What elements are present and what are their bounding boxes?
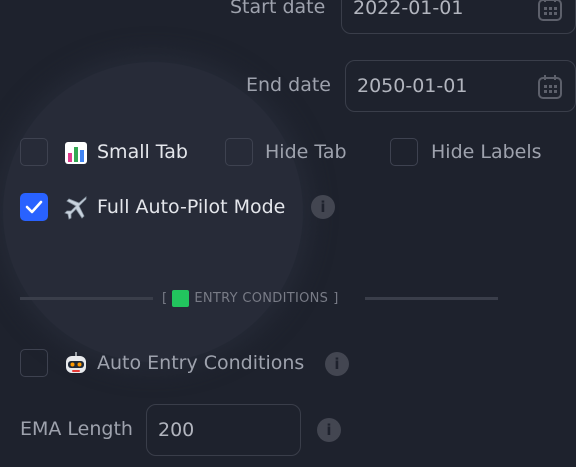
hide-tab-checkbox[interactable]: [225, 138, 253, 166]
robot-icon: [66, 352, 86, 373]
info-icon[interactable]: i: [325, 352, 349, 376]
ema-length-label: EMA Length: [20, 418, 133, 440]
bar-chart-icon: [65, 142, 87, 164]
end-date-label: End date: [246, 74, 331, 96]
full-autopilot-checkbox[interactable]: [20, 193, 48, 221]
end-date-field[interactable]: [345, 60, 576, 112]
start-date-input[interactable]: [353, 0, 503, 19]
ema-length-field[interactable]: [146, 404, 301, 456]
section-title: ENTRY CONDITIONS: [194, 291, 329, 306]
auto-entry-checkbox[interactable]: [20, 349, 48, 377]
entry-conditions-heading: [ ENTRY CONDITIONS ]: [162, 290, 339, 307]
small-tab-checkbox[interactable]: [20, 138, 48, 166]
ema-length-input[interactable]: [158, 419, 288, 441]
section-open-bracket: [: [162, 291, 168, 306]
hide-tab-label: Hide Tab: [265, 141, 347, 163]
checkmark-icon: [25, 200, 43, 214]
small-tab-label: Small Tab: [97, 141, 188, 163]
hide-labels-checkbox[interactable]: [390, 138, 418, 166]
auto-entry-label: Auto Entry Conditions: [97, 352, 305, 374]
end-date-input[interactable]: [357, 75, 507, 97]
section-divider-right: [365, 297, 498, 300]
calendar-icon[interactable]: [537, 0, 563, 22]
info-icon[interactable]: i: [317, 418, 341, 442]
start-date-field[interactable]: [341, 0, 576, 34]
full-autopilot-label: Full Auto-Pilot Mode: [97, 196, 286, 218]
section-close-bracket: ]: [333, 291, 339, 306]
start-date-label: Start date: [230, 0, 326, 18]
airplane-icon: [64, 196, 87, 220]
calendar-icon[interactable]: [537, 74, 563, 100]
green-square-icon: [172, 290, 190, 307]
hide-labels-label: Hide Labels: [431, 141, 542, 163]
section-divider-left: [20, 297, 153, 300]
info-icon[interactable]: i: [311, 195, 335, 219]
